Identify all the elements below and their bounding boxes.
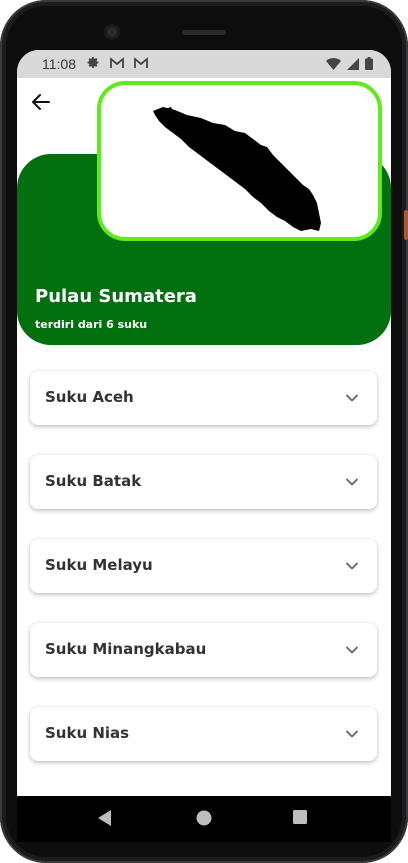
chevron-down-icon (346, 562, 358, 570)
tribe-label: Suku Melayu (45, 556, 153, 574)
earpiece-speaker (182, 30, 226, 35)
back-triangle-icon[interactable] (97, 809, 113, 827)
back-button[interactable] (27, 90, 55, 114)
app-screen: 11:08 Pulau Sumatera terdiri dari 6 suku… (17, 50, 391, 796)
tribe-label: Suku Minangkabau (45, 640, 207, 658)
battery-icon (365, 57, 373, 70)
arrow-left-icon (32, 94, 50, 110)
tribe-label: Suku Batak (45, 472, 142, 490)
chevron-down-icon (346, 730, 358, 738)
tribe-count-subtitle: terdiri dari 6 suku (35, 318, 148, 331)
tribe-item-minangkabau[interactable]: Suku Minangkabau (30, 623, 377, 677)
chevron-down-icon (346, 394, 358, 402)
tribe-item-melayu[interactable]: Suku Melayu (30, 539, 377, 593)
tribe-label: Suku Aceh (45, 388, 134, 406)
wifi-icon (326, 57, 341, 70)
recents-square-icon[interactable] (292, 809, 308, 825)
gmail-icon (134, 56, 148, 68)
page-title: Pulau Sumatera (35, 286, 197, 307)
tribe-item-aceh[interactable]: Suku Aceh (30, 371, 377, 425)
status-bar: 11:08 (17, 50, 391, 78)
chevron-down-icon (346, 478, 358, 486)
gmail-icon (110, 56, 124, 68)
front-camera (104, 24, 120, 40)
android-navigation-bar (17, 796, 391, 842)
tribe-label: Suku Nias (45, 724, 130, 742)
tribe-item-batak[interactable]: Suku Batak (30, 455, 377, 509)
home-circle-icon[interactable] (195, 809, 213, 827)
island-map-image (97, 81, 382, 241)
sumatra-map-silhouette (153, 107, 321, 231)
status-system-icons (326, 57, 373, 70)
status-notification-icons (87, 56, 148, 69)
power-button (404, 210, 408, 240)
chevron-down-icon (346, 646, 358, 654)
signal-icon (347, 57, 359, 70)
tribe-item-nias[interactable]: Suku Nias (30, 707, 377, 761)
settings-icon (87, 57, 99, 68)
status-time: 11:08 (42, 56, 76, 72)
